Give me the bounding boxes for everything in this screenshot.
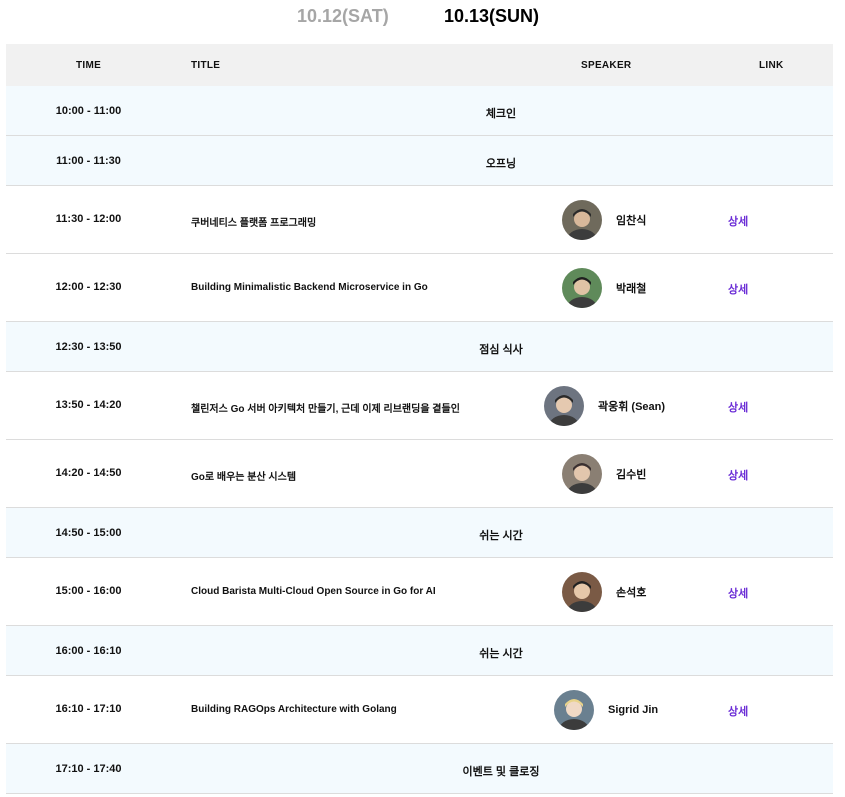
schedule-rows: 10:00 - 11:00 체크인 11:00 - 11:30 오프닝 11:30 - … [6,86,833,794]
break-label: 오프닝 [485,158,517,170]
session-row: 13:50 - 14:20 챌린저스 Go 서버 아키텍처 만들기, 근데 이제 … [6,372,833,440]
speaker-name: 임찬식 [616,215,647,227]
speaker-photo-icon [562,572,602,612]
break-row: 17:10 - 17:40 이벤트 및 클로징 [6,744,833,794]
session-title: 쿠버네티스 플랫폼 프로그래밍 [191,218,317,229]
session-time: 16:10 - 17:10 [55,703,122,715]
session-time: 11:30 - 12:00 [55,213,122,225]
session-title: Building Minimalistic Backend Microservi… [191,282,428,293]
speaker-photo-icon [562,454,602,494]
speaker: 김수빈 [562,454,646,494]
session-row: 11:30 - 12:00 쿠버네티스 플랫폼 프로그래밍 임찬식 상세 [6,186,833,254]
break-row: 11:00 - 11:30 오프닝 [6,136,833,186]
break-row: 10:00 - 11:00 체크인 [6,86,833,136]
session-title: Cloud Barista Multi-Cloud Open Source in… [191,586,436,597]
session-title: Building RAGOps Architecture with Golang [191,704,397,715]
session-time: 15:00 - 16:00 [55,585,122,597]
session-detail-link[interactable]: 상세 [728,281,748,297]
break-label: 체크인 [485,108,517,120]
schedule-table: TIME TITLE SPEAKER LINK 10:00 - 11:00 체크인… [6,44,833,794]
speaker-photo-icon [562,268,602,308]
session-detail-link[interactable]: 상세 [728,585,748,601]
session-detail-link[interactable]: 상세 [728,213,748,229]
speaker-photo-icon [544,386,584,426]
break-label: 점심 식사 [479,344,523,356]
speaker: 박래철 [562,268,646,308]
session-detail-link[interactable]: 상세 [728,467,748,483]
tab-saturday[interactable]: 10.12(SAT) [297,6,389,27]
column-header-time: TIME [76,60,102,71]
speaker-name: 손석호 [616,587,647,599]
session-time: 13:50 - 14:20 [55,399,122,411]
break-label: 쉬는 시간 [479,648,523,660]
session-title: Go로 배우는 분산 시스템 [191,472,297,483]
speaker: 곽웅휘 (Sean) [544,386,665,426]
speaker-name: Sigrid Jin [608,704,659,716]
speaker: Sigrid Jin [554,690,658,730]
day-tabs: 10.12(SAT) 10.13(SUN) [0,0,845,44]
session-row: 14:20 - 14:50 Go로 배우는 분산 시스템 김수빈 상세 [6,440,833,508]
table-header: TIME TITLE SPEAKER LINK [6,44,833,86]
session-time: 14:20 - 14:50 [55,467,122,479]
column-header-speaker: SPEAKER [581,60,632,71]
speaker: 손석호 [562,572,646,612]
speaker: 임찬식 [562,200,646,240]
session-title: 챌린저스 Go 서버 아키텍처 만들기, 근데 이제 리브랜딩을 곁들인 [191,404,460,415]
break-label: 쉬는 시간 [479,530,523,542]
session-row: 16:10 - 17:10 Building RAGOps Architectur… [6,676,833,744]
break-label: 이벤트 및 클로징 [462,766,540,778]
session-detail-link[interactable]: 상세 [728,399,748,415]
speaker-name: 박래철 [616,283,647,295]
break-row: 12:30 - 13:50 점심 식사 [6,322,833,372]
session-row: 15:00 - 16:00 Cloud Barista Multi-Cloud O… [6,558,833,626]
speaker-name: 곽웅휘 (Sean) [598,401,666,413]
break-row: 14:50 - 15:00 쉬는 시간 [6,508,833,558]
tab-sunday[interactable]: 10.13(SUN) [444,6,539,27]
session-time: 12:00 - 12:30 [55,281,122,293]
session-detail-link[interactable]: 상세 [728,703,748,719]
speaker-photo-icon [554,690,594,730]
column-header-link: LINK [759,60,784,71]
speaker-photo-icon [562,200,602,240]
column-header-title: TITLE [191,60,221,71]
break-row: 16:00 - 16:10 쉬는 시간 [6,626,833,676]
session-row: 12:00 - 12:30 Building Minimalistic Backe… [6,254,833,322]
speaker-name: 김수빈 [616,469,647,481]
